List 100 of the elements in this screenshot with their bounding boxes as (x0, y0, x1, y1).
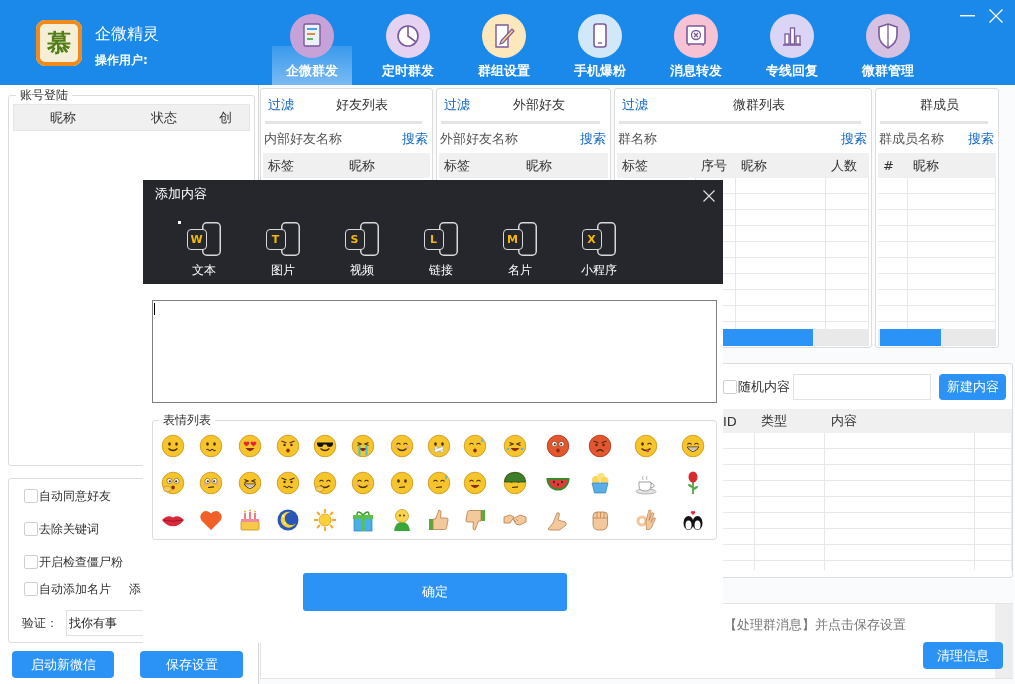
app-logo: 慕 (36, 20, 82, 66)
horizontal-scrollbar[interactable] (878, 329, 996, 346)
letter-badge: S (344, 229, 365, 250)
search-input[interactable]: 群名称 (618, 129, 841, 148)
checkbox[interactable] (24, 522, 38, 536)
close-icon[interactable] (703, 190, 715, 202)
heart-eyes-face-icon[interactable] (238, 433, 262, 458)
sweating-face-icon[interactable] (427, 470, 452, 495)
search-input[interactable]: 内部好友名称 (264, 129, 402, 148)
search-link[interactable]: 搜索 (841, 129, 867, 148)
checkbox[interactable] (723, 379, 737, 394)
field-label: 验证： (22, 614, 58, 632)
panel-title: 好友列表 (335, 96, 389, 114)
content-type-button[interactable]: S 视频 (322, 222, 401, 277)
option-label: 随机内容 (738, 377, 790, 396)
flushed-face-icon[interactable] (545, 433, 570, 458)
moon-icon[interactable] (276, 507, 300, 532)
column-header: # (882, 157, 895, 175)
action-button[interactable]: 保存设置 (140, 651, 243, 678)
helmet-face-icon[interactable] (503, 470, 527, 495)
beaming-face-icon[interactable] (463, 470, 488, 495)
content-type-button[interactable]: X 小程序 (559, 222, 638, 277)
giggling-face-icon[interactable] (312, 470, 337, 495)
new-content-button[interactable]: 新建内容 (939, 373, 1006, 400)
shy-face-icon[interactable] (199, 470, 224, 495)
option-label: 添 (129, 580, 141, 598)
checkbox[interactable] (24, 582, 38, 596)
content-type-button[interactable]: M 名片 (480, 222, 559, 277)
option-label: 开启检查僵尸粉 (39, 553, 123, 571)
bar-chart-icon (770, 14, 814, 58)
nav-tab[interactable]: 专线回复 (752, 0, 832, 85)
grinning-face-icon[interactable] (681, 433, 706, 458)
confused-face-icon[interactable] (390, 470, 414, 495)
content-type-button[interactable]: W 文本 (164, 222, 243, 277)
letter-badge: W (186, 229, 207, 250)
column-header: 标签 (443, 156, 471, 175)
column-header: 创 (218, 108, 233, 127)
dizzy-face-icon[interactable] (276, 470, 300, 495)
nav-tab[interactable]: 消息转发 (656, 0, 736, 85)
search-input[interactable]: 外部好友名称 (440, 129, 580, 148)
sunglasses-face-icon[interactable] (312, 433, 337, 458)
column-header: 标签 (267, 156, 295, 175)
option-label: 去除关键词 (39, 520, 99, 538)
clear-button[interactable]: 清理信息 (923, 642, 1003, 669)
option-label: 自动添加名片 (39, 580, 111, 598)
winking-face-icon[interactable] (634, 433, 659, 458)
verification-input[interactable]: 找你有事 (66, 610, 145, 636)
cake-icon[interactable] (238, 507, 262, 532)
document-icon (359, 222, 379, 256)
action-button[interactable]: 启动新微信 (12, 651, 114, 678)
message-input[interactable] (152, 300, 717, 403)
pouting-face-icon[interactable] (588, 433, 613, 458)
column-header: 昵称 (525, 156, 553, 175)
smiling-face-icon[interactable] (160, 433, 185, 458)
document-icon (438, 222, 458, 256)
content-type-button[interactable]: L 链接 (401, 222, 480, 277)
panel-title: 表情列表 (162, 413, 212, 427)
crying-face-icon[interactable] (350, 433, 375, 458)
content-type-button[interactable]: T 图片 (243, 222, 322, 277)
filter-link[interactable]: 过滤 (622, 96, 648, 114)
taped-mouth-face-icon[interactable] (427, 433, 452, 458)
blushing-face-icon[interactable] (390, 433, 414, 458)
letter-badge: L (423, 229, 444, 250)
laughing-face-icon[interactable] (238, 470, 262, 495)
column-header: 昵称 (49, 108, 77, 127)
search-input[interactable]: 群成员名称 (879, 129, 968, 148)
search-link[interactable]: 搜索 (402, 129, 428, 148)
nav-tab[interactable]: 群组设置 (464, 0, 544, 85)
search-link[interactable]: 搜索 (580, 129, 606, 148)
checkbox[interactable] (24, 555, 38, 569)
text-input[interactable] (793, 373, 931, 400)
thumbs-up-icon[interactable] (427, 507, 452, 532)
note-pencil-icon (482, 14, 526, 58)
confirm-button[interactable]: 确定 (302, 573, 567, 611)
thumbs-down-icon[interactable] (463, 507, 488, 532)
laughing-tears-face-icon[interactable] (503, 433, 527, 458)
option-label: 自动同意好友 (39, 487, 111, 505)
column-header: 标签 (621, 156, 649, 175)
kissing-face-icon[interactable] (463, 433, 488, 458)
checkbox[interactable] (24, 489, 38, 503)
filter-link[interactable]: 过滤 (268, 96, 294, 114)
document-icon (596, 222, 616, 256)
column-header: 昵称 (740, 156, 768, 175)
nav-tab[interactable]: 定时群发 (368, 0, 448, 85)
surprised-face-icon[interactable] (160, 470, 185, 495)
worried-face-icon[interactable] (199, 433, 224, 458)
app-title: 企微精灵 (95, 24, 159, 44)
column-header: 序号 (700, 156, 728, 175)
filter-link[interactable]: 过滤 (444, 96, 470, 114)
content-face-icon[interactable] (350, 470, 375, 495)
nav-tab[interactable]: 微群管理 (848, 0, 928, 85)
user-label: 操作用户: (95, 53, 148, 67)
column-header: 内容 (830, 412, 858, 430)
column-header: 人数 (830, 156, 858, 175)
column-header: ID (722, 412, 738, 431)
document-icon (290, 14, 334, 58)
nav-tab[interactable]: 手机爆粉 (560, 0, 640, 85)
info-message: 【处理群消息】并点击保存设置 (724, 617, 906, 632)
search-link[interactable]: 搜索 (968, 129, 994, 148)
angry-face-icon[interactable] (276, 433, 300, 458)
